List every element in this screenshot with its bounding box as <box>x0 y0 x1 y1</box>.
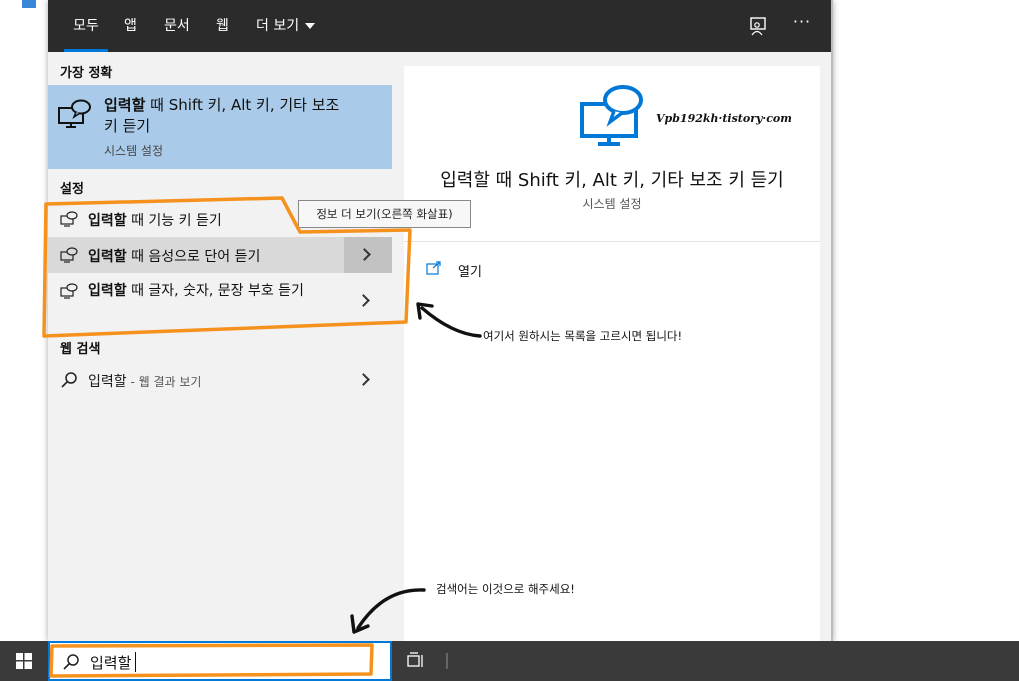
text-cursor <box>135 652 136 672</box>
tab-apps[interactable]: 앱 <box>124 0 137 52</box>
tab-apps-label: 앱 <box>124 18 137 34</box>
search-icon <box>63 654 79 670</box>
chevron-right-icon[interactable] <box>357 373 370 386</box>
web-search-query: 입력할 <box>88 374 127 390</box>
settings-item-characters[interactable]: 입력할 때 글자, 숫자, 문장 부호 듣기 <box>48 278 392 324</box>
speech-monitor-icon <box>58 99 91 128</box>
tab-web[interactable]: 웹 <box>216 0 229 52</box>
taskbar-search-input[interactable]: 입력할 <box>48 641 392 681</box>
settings-item-label-bold: 입력할 <box>88 283 127 299</box>
more-options-icon[interactable]: ··· <box>790 12 814 36</box>
panel-edge <box>831 0 833 641</box>
tab-documents[interactable]: 문서 <box>164 0 190 52</box>
expand-details-button[interactable] <box>344 237 392 273</box>
divider <box>404 241 820 242</box>
web-search-result[interactable]: 입력할 - 웹 결과 보기 <box>48 366 392 394</box>
speech-monitor-icon <box>580 85 643 146</box>
annotation-search-term: 검색어는 이것으로 해주세요! <box>436 582 575 596</box>
chevron-right-icon <box>358 248 371 261</box>
settings-heading: 설정 <box>60 182 84 197</box>
search-icon <box>61 372 77 388</box>
best-match-title-bold: 입력할 <box>104 96 146 114</box>
settings-item-label: 입력할 때 기능 키 듣기 <box>88 210 222 230</box>
chevron-right-icon[interactable] <box>357 294 370 307</box>
open-label: 열기 <box>458 265 482 280</box>
tab-more-label: 더 보기 <box>256 18 300 34</box>
settings-item-label-rest: 때 글자, 숫자, 문장 부호 듣기 <box>126 283 304 299</box>
tab-all[interactable]: 모두 <box>60 0 112 52</box>
settings-item-label: 입력할 때 글자, 숫자, 문장 부호 듣기 <box>88 281 328 301</box>
task-view-icon[interactable] <box>407 652 425 670</box>
preview-title: 입력할 때 Shift 키, Alt 키, 기타 보조 키 듣기 <box>440 170 784 191</box>
windows-start-icon[interactable] <box>16 653 32 669</box>
preview-pane: Vpb192kh·tistory·com 입력할 때 Shift 키, Alt … <box>404 66 820 641</box>
tab-web-label: 웹 <box>216 18 229 34</box>
tab-all-label: 모두 <box>73 18 99 34</box>
settings-item-label-rest: 때 기능 키 듣기 <box>126 213 222 229</box>
settings-item-label-bold: 입력할 <box>88 249 127 265</box>
search-panel: 모두 앱 문서 웹 더 보기 ··· 가장 정확 입력할 때 Shift 키, … <box>48 0 833 641</box>
best-match-title: 입력할 때 Shift 키, Alt 키, 기타 보조 키 듣기 <box>104 95 344 137</box>
web-search-suffix: - 웹 결과 보기 <box>126 375 202 389</box>
settings-item-label: 입력할 때 음성으로 단어 듣기 <box>88 246 260 266</box>
speech-monitor-icon <box>60 247 78 263</box>
best-match-result[interactable]: 입력할 때 Shift 키, Alt 키, 기타 보조 키 듣기 시스템 설정 <box>48 85 392 169</box>
speech-monitor-icon <box>60 283 78 299</box>
taskbar: 입력할 <box>0 641 1019 681</box>
taskbar-separator <box>446 653 448 669</box>
tab-more[interactable]: 더 보기 <box>256 0 316 52</box>
tooltip: 정보 더 보기(오른쪽 화살표) <box>298 200 471 228</box>
web-search-label: 입력할 - 웹 결과 보기 <box>88 371 201 391</box>
desktop-icon <box>22 0 36 8</box>
search-query-text: 입력할 <box>90 654 132 672</box>
feedback-icon[interactable] <box>748 16 768 36</box>
annotation-choose-item: 여기서 원하시는 목록을 고르시면 됩니다! <box>483 329 683 343</box>
tab-documents-label: 문서 <box>164 18 190 34</box>
best-match-subtitle: 시스템 설정 <box>104 144 164 158</box>
best-match-heading: 가장 정확 <box>60 66 113 81</box>
settings-item-label-bold: 입력할 <box>88 213 127 229</box>
speech-monitor-icon <box>60 211 78 227</box>
web-search-heading: 웹 검색 <box>60 342 101 357</box>
open-external-icon <box>426 261 441 275</box>
filter-bar: 모두 앱 문서 웹 더 보기 ··· <box>48 0 833 52</box>
caret-down-icon <box>305 23 316 29</box>
watermark: Vpb192kh·tistory·com <box>656 112 792 125</box>
settings-item-label-rest: 때 음성으로 단어 듣기 <box>126 249 261 265</box>
settings-item-speak-words[interactable]: 입력할 때 음성으로 단어 듣기 <box>48 237 392 273</box>
